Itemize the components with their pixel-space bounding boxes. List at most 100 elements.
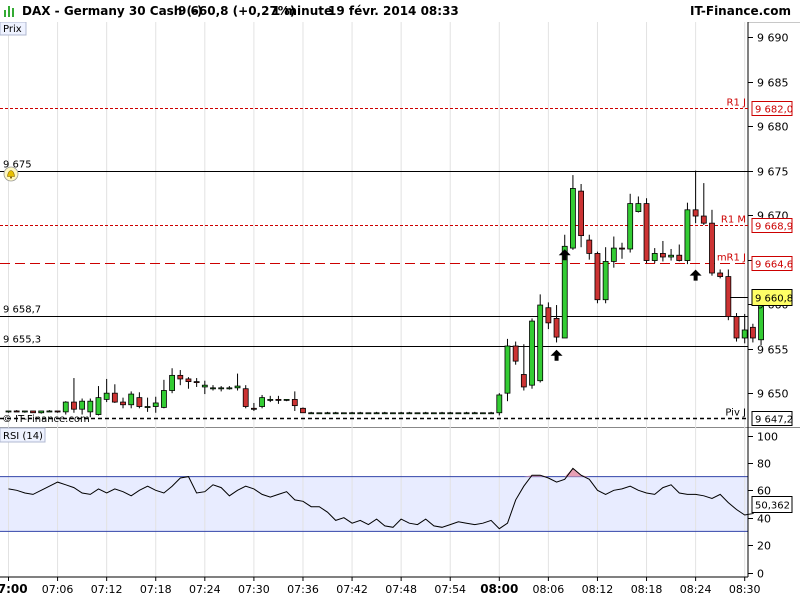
- candle-body: [357, 412, 364, 415]
- time-tick-label: 08:00: [480, 582, 518, 596]
- candle-body: [218, 387, 225, 390]
- watermark: © IT-Finance.com: [2, 414, 90, 425]
- candle-body: [627, 203, 634, 250]
- candle-body: [488, 412, 495, 415]
- candle-body: [300, 407, 306, 414]
- rsi-panel-label: RSI (14): [3, 431, 43, 442]
- reference-value-label: 9 682,0: [755, 105, 793, 116]
- candle-body: [111, 392, 118, 403]
- candle-body: [234, 385, 241, 389]
- time-tick-label: 07:42: [336, 583, 368, 596]
- time-tick-label: 07:36: [287, 583, 319, 596]
- time-tick-label: 08:30: [729, 583, 761, 596]
- rsi-value-label: 50,362: [755, 501, 790, 512]
- candle-body: [537, 304, 544, 382]
- last-price-label: 9 660,8: [755, 294, 793, 305]
- candle-body: [30, 410, 36, 414]
- candle-body: [553, 318, 560, 338]
- candle-body: [700, 215, 707, 224]
- candle-body: [692, 209, 699, 217]
- candle-body: [398, 412, 405, 415]
- candle-body: [316, 412, 323, 415]
- candle-body: [21, 410, 28, 413]
- time-tick-label: 07:24: [189, 583, 221, 596]
- candle-body: [602, 261, 609, 301]
- candle-body: [365, 412, 372, 415]
- candle-body: [324, 412, 331, 415]
- price-tick-label: 9 685: [757, 77, 789, 90]
- reference-line-name: R1 M: [721, 215, 746, 226]
- candle-body: [169, 374, 176, 391]
- price-tick-label: 9 690: [757, 32, 789, 45]
- candle-body: [152, 402, 159, 407]
- price-tick-label: 9 650: [757, 388, 789, 401]
- reference-line-name: Piv J: [725, 408, 746, 419]
- candle-body: [390, 412, 396, 415]
- candle-body: [259, 397, 265, 407]
- alert-bell-icon[interactable]: [3, 166, 19, 182]
- candle-body: [529, 320, 535, 386]
- candle-body: [79, 400, 86, 410]
- candle-body: [463, 412, 470, 415]
- time-tick-label: 07:06: [42, 583, 74, 596]
- time-tick-label: 07:48: [385, 583, 417, 596]
- candle-body: [668, 254, 674, 258]
- candle-body: [660, 253, 666, 258]
- rsi-tick-label: 40: [757, 513, 771, 526]
- reference-line-value: 9 658,7: [3, 305, 41, 316]
- rsi-tick-label: 80: [757, 458, 771, 471]
- candle-body: [87, 400, 94, 413]
- candle-body: [520, 374, 527, 388]
- rsi-value-badge: 50,362: [751, 496, 793, 513]
- price-tick-label: 9 655: [757, 344, 789, 357]
- time-tick-label: 08:18: [631, 583, 663, 596]
- candle-body: [439, 412, 445, 415]
- candle-body: [635, 203, 642, 212]
- timestamp: 19 févr. 2014 08:33: [328, 4, 459, 18]
- time-tick-label: 07:00: [0, 582, 28, 596]
- candle-body: [455, 412, 462, 415]
- candle-body: [46, 410, 53, 413]
- chart-header: DAX - Germany 30 Cash (-) 9 660,8 (+0,27…: [0, 0, 800, 23]
- candle-body: [38, 410, 45, 414]
- candle-body: [381, 412, 388, 415]
- price-axis: 9 6509 6559 6609 6659 6709 6759 6809 685…: [748, 32, 789, 401]
- time-tick-label: 07:12: [91, 583, 123, 596]
- chart-icon[interactable]: [3, 3, 17, 17]
- candle-body: [512, 345, 519, 362]
- candle-body: [733, 316, 740, 339]
- candle-body: [201, 384, 208, 388]
- candle-body: [676, 254, 683, 261]
- candle-body: [283, 399, 290, 401]
- time-tick-label: 07:18: [140, 583, 172, 596]
- candle-body: [193, 381, 200, 384]
- candle-body: [471, 412, 478, 415]
- candle-body: [684, 209, 691, 261]
- candle-body: [62, 401, 69, 413]
- candle-body: [210, 387, 216, 390]
- candle-body: [340, 412, 347, 415]
- candle-body: [128, 393, 135, 406]
- rsi-tick-label: 20: [757, 540, 771, 553]
- candle-body: [619, 247, 625, 250]
- time-tick-label: 08:12: [582, 583, 614, 596]
- candle-body: [406, 412, 413, 415]
- rsi-tick-label: 0: [757, 568, 764, 581]
- candle-body: [504, 345, 511, 394]
- candle-body: [308, 412, 315, 415]
- reference-line-name: R1 J: [727, 98, 746, 109]
- rsi-tick-label: 60: [757, 485, 771, 498]
- rsi-panel[interactable]: 0 20 40 60 80 100 RSI (14) 50,362 07:00 07:06 0…: [0, 427, 800, 600]
- candle-body: [741, 329, 748, 339]
- candle-body: [414, 412, 421, 415]
- candle-body: [717, 272, 724, 277]
- rsi-neutral-band: [0, 476, 748, 532]
- candle-body: [725, 276, 732, 318]
- candle-body: [709, 222, 715, 274]
- candle-body: [185, 378, 192, 383]
- candle-body: [291, 399, 298, 407]
- candle-body: [71, 401, 77, 410]
- candle-body: [136, 397, 143, 407]
- price-panel[interactable]: R1 J 9 675 R1 M mR1 J 9 658,7 9 655,3 Piv J 9 …: [0, 22, 800, 427]
- candle-body: [610, 247, 617, 262]
